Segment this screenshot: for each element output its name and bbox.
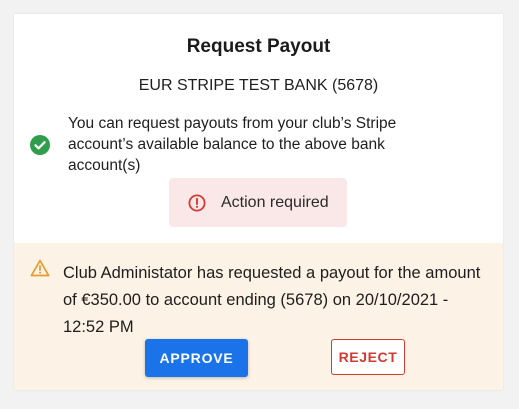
alert-circle-icon xyxy=(188,194,206,211)
action-required-badge: Action required xyxy=(169,178,347,227)
approve-button[interactable]: APPROVE xyxy=(145,339,248,377)
request-payout-card: Request Payout EUR STRIPE TEST BANK (567… xyxy=(14,14,503,390)
page-title: Request Payout xyxy=(186,36,331,57)
payout-info-text: You can request payouts from your club’s… xyxy=(68,115,397,174)
warning-triangle-icon xyxy=(30,259,50,277)
payout-request-text: Club Administator has requested a payout… xyxy=(63,264,481,336)
bank-account-label: EUR STRIPE TEST BANK (5678) xyxy=(138,77,379,94)
action-required-label: Action required xyxy=(221,193,329,211)
payout-request-panel: Club Administator has requested a payout… xyxy=(14,243,503,390)
reject-button[interactable]: REJECT xyxy=(331,339,405,375)
check-circle-icon xyxy=(30,135,50,155)
